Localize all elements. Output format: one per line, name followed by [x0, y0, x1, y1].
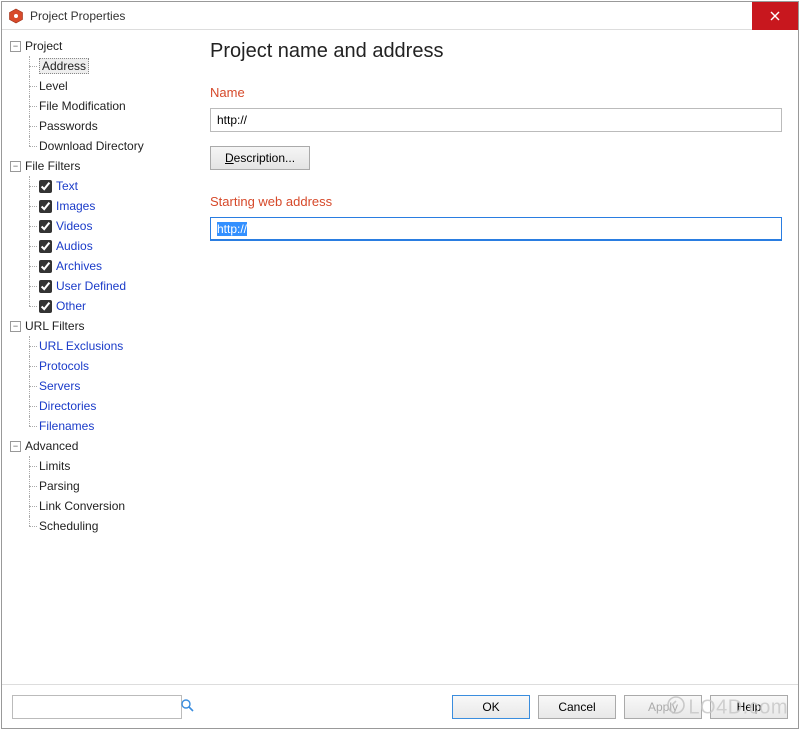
window-title: Project Properties	[30, 9, 752, 23]
tree-item-link-conversion[interactable]: Link Conversion	[39, 499, 125, 513]
search-input[interactable]	[13, 698, 180, 716]
tree-item-file-modification[interactable]: File Modification	[39, 99, 126, 113]
search-icon[interactable]	[180, 698, 195, 716]
tree-item-archives[interactable]: Archives	[56, 259, 102, 273]
tree-toggle-url-filters[interactable]: −	[10, 321, 21, 332]
starting-address-label: Starting web address	[210, 194, 782, 209]
tree-item-passwords[interactable]: Passwords	[39, 119, 98, 133]
tree-toggle-file-filters[interactable]: −	[10, 161, 21, 172]
tree-node-advanced[interactable]: Advanced	[25, 439, 78, 453]
help-button[interactable]: Help	[710, 695, 788, 719]
dialog-window: Project Properties − Project Address Lev…	[1, 1, 799, 729]
tree-item-videos[interactable]: Videos	[56, 219, 92, 233]
main-panel: Project name and address Name Descriptio…	[198, 30, 798, 684]
tree-item-directories[interactable]: Directories	[39, 399, 96, 413]
tree-item-parsing[interactable]: Parsing	[39, 479, 80, 493]
checkbox-other[interactable]	[39, 300, 52, 313]
cancel-button[interactable]: Cancel	[538, 695, 616, 719]
dialog-footer: OK Cancel Apply Help	[2, 684, 798, 728]
description-button[interactable]: Description...	[210, 146, 310, 170]
tree-node-file-filters[interactable]: File Filters	[25, 159, 80, 173]
tree-item-scheduling[interactable]: Scheduling	[39, 519, 98, 533]
checkbox-text[interactable]	[39, 180, 52, 193]
tree-item-other[interactable]: Other	[56, 299, 86, 313]
checkbox-user-defined[interactable]	[39, 280, 52, 293]
checkbox-videos[interactable]	[39, 220, 52, 233]
tree-toggle-project[interactable]: −	[10, 41, 21, 52]
tree-item-download-directory[interactable]: Download Directory	[39, 139, 144, 153]
ok-button[interactable]: OK	[452, 695, 530, 719]
titlebar: Project Properties	[2, 2, 798, 30]
tree-item-text[interactable]: Text	[56, 179, 78, 193]
starting-address-input[interactable]: http://	[210, 217, 782, 241]
checkbox-audios[interactable]	[39, 240, 52, 253]
tree-item-images[interactable]: Images	[56, 199, 95, 213]
tree-item-user-defined[interactable]: User Defined	[56, 279, 126, 293]
close-button[interactable]	[752, 2, 798, 30]
tree-node-url-filters[interactable]: URL Filters	[25, 319, 85, 333]
app-icon	[8, 8, 24, 24]
tree-item-servers[interactable]: Servers	[39, 379, 80, 393]
tree-node-project[interactable]: Project	[25, 39, 62, 53]
checkbox-images[interactable]	[39, 200, 52, 213]
tree-item-level[interactable]: Level	[39, 79, 68, 93]
name-label: Name	[210, 85, 782, 100]
tree-item-address[interactable]: Address	[39, 58, 89, 74]
nav-tree: − Project Address Level File Modificatio…	[2, 30, 198, 684]
name-input[interactable]	[210, 108, 782, 132]
apply-button[interactable]: Apply	[624, 695, 702, 719]
close-icon	[770, 11, 780, 21]
tree-toggle-advanced[interactable]: −	[10, 441, 21, 452]
tree-item-filenames[interactable]: Filenames	[39, 419, 94, 433]
search-box[interactable]	[12, 695, 182, 719]
tree-item-audios[interactable]: Audios	[56, 239, 93, 253]
tree-item-protocols[interactable]: Protocols	[39, 359, 89, 373]
tree-item-limits[interactable]: Limits	[39, 459, 70, 473]
page-title: Project name and address	[210, 40, 782, 63]
checkbox-archives[interactable]	[39, 260, 52, 273]
tree-item-url-exclusions[interactable]: URL Exclusions	[39, 339, 123, 353]
